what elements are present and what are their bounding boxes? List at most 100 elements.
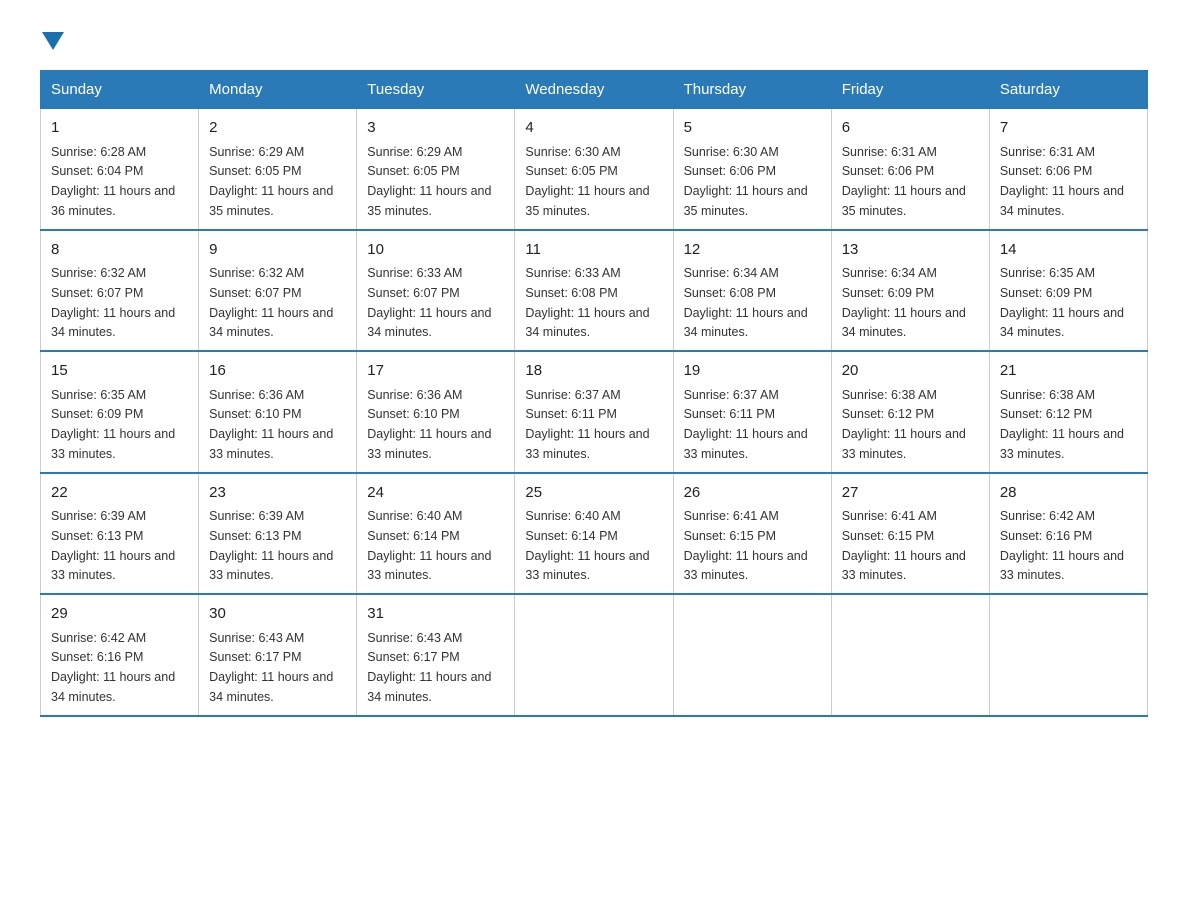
day-number: 16 <box>209 360 346 383</box>
sunrise-text: Sunrise: 6:39 AM <box>51 509 146 523</box>
calendar-day-cell: 20Sunrise: 6:38 AMSunset: 6:12 PMDayligh… <box>831 351 989 473</box>
day-number: 13 <box>842 239 979 262</box>
sunset-text: Sunset: 6:04 PM <box>51 164 143 178</box>
sunset-text: Sunset: 6:09 PM <box>51 407 143 421</box>
daylight-text: Daylight: 11 hours and 36 minutes. <box>51 184 175 218</box>
sunrise-text: Sunrise: 6:34 AM <box>842 266 937 280</box>
day-number: 12 <box>684 239 821 262</box>
calendar-day-cell: 7Sunrise: 6:31 AMSunset: 6:06 PMDaylight… <box>989 109 1147 230</box>
day-number: 10 <box>367 239 504 262</box>
daylight-text: Daylight: 11 hours and 34 minutes. <box>842 306 966 340</box>
daylight-text: Daylight: 11 hours and 34 minutes. <box>1000 306 1124 340</box>
day-number: 23 <box>209 482 346 505</box>
sunset-text: Sunset: 6:05 PM <box>525 164 617 178</box>
calendar-day-cell: 19 Sunrise: 6:37 AM Sunset: 6:11 PM Dayligh… <box>673 351 831 473</box>
sunrise-text: Sunrise: 6:37 AM <box>684 388 779 402</box>
sunrise-text: Sunrise: 6:31 AM <box>1000 145 1095 159</box>
day-number: 31 <box>367 603 504 626</box>
sunset-text: Sunset: 6:06 PM <box>1000 164 1092 178</box>
sunset-text: Sunset: 6:14 PM <box>525 529 617 543</box>
daylight-text: Daylight: 11 hours and 35 minutes. <box>684 184 808 218</box>
daylight-text: Daylight: 11 hours and 33 minutes. <box>367 427 491 461</box>
daylight-text: Daylight: 11 hours and 35 minutes. <box>209 184 333 218</box>
calendar-day-cell: 29Sunrise: 6:42 AMSunset: 6:16 PMDayligh… <box>41 594 199 716</box>
calendar-day-cell: 6Sunrise: 6:31 AMSunset: 6:06 PMDaylight… <box>831 109 989 230</box>
calendar-day-header: Monday <box>199 71 357 109</box>
sunrise-text: Sunrise: 6:32 AM <box>51 266 146 280</box>
sunrise-text: Sunrise: 6:36 AM <box>367 388 462 402</box>
calendar-day-cell: 25Sunrise: 6:40 AMSunset: 6:14 PMDayligh… <box>515 473 673 595</box>
daylight-text: Daylight: 11 hours and 34 minutes. <box>367 306 491 340</box>
sunrise-text: Sunrise: 6:41 AM <box>842 509 937 523</box>
day-number: 21 <box>1000 360 1137 383</box>
calendar-day-cell: 18Sunrise: 6:37 AMSunset: 6:11 PMDayligh… <box>515 351 673 473</box>
calendar-day-cell: 28Sunrise: 6:42 AMSunset: 6:16 PMDayligh… <box>989 473 1147 595</box>
sunset-text: Sunset: 6:06 PM <box>684 164 776 178</box>
daylight-text: Daylight: 11 hours and 34 minutes. <box>525 306 649 340</box>
calendar-week-row: 29Sunrise: 6:42 AMSunset: 6:16 PMDayligh… <box>41 594 1148 716</box>
sunrise-text: Sunrise: 6:43 AM <box>367 631 462 645</box>
sunrise-text: Sunrise: 6:36 AM <box>209 388 304 402</box>
calendar-day-cell: 11Sunrise: 6:33 AMSunset: 6:08 PMDayligh… <box>515 230 673 352</box>
calendar-day-cell: 9Sunrise: 6:32 AMSunset: 6:07 PMDaylight… <box>199 230 357 352</box>
daylight-text: Daylight: 11 hours and 33 minutes. <box>684 427 808 461</box>
sunrise-text: Sunrise: 6:35 AM <box>1000 266 1095 280</box>
day-number: 27 <box>842 482 979 505</box>
sunrise-text: Sunrise: 6:37 AM <box>525 388 620 402</box>
day-number: 1 <box>51 117 188 140</box>
calendar-week-row: 1 Sunrise: 6:28 AM Sunset: 6:04 PM Daylight… <box>41 109 1148 230</box>
sunrise-text: Sunrise: 6:42 AM <box>51 631 146 645</box>
sunrise-text: Sunrise: 6:39 AM <box>209 509 304 523</box>
day-number: 6 <box>842 117 979 140</box>
sunset-text: Sunset: 6:07 PM <box>209 286 301 300</box>
daylight-text: Daylight: 11 hours and 33 minutes. <box>367 549 491 583</box>
calendar-day-cell <box>989 594 1147 716</box>
sunrise-text: Sunrise: 6:32 AM <box>209 266 304 280</box>
day-number: 14 <box>1000 239 1137 262</box>
daylight-text: Daylight: 11 hours and 33 minutes. <box>684 549 808 583</box>
sunset-text: Sunset: 6:16 PM <box>51 650 143 664</box>
calendar-day-cell: 24Sunrise: 6:40 AMSunset: 6:14 PMDayligh… <box>357 473 515 595</box>
calendar-table: SundayMondayTuesdayWednesdayThursdayFrid… <box>40 70 1148 717</box>
sunset-text: Sunset: 6:05 PM <box>209 164 301 178</box>
calendar-day-header: Friday <box>831 71 989 109</box>
sunset-text: Sunset: 6:05 PM <box>367 164 459 178</box>
calendar-day-cell: 4Sunrise: 6:30 AMSunset: 6:05 PMDaylight… <box>515 109 673 230</box>
calendar-day-cell: 10Sunrise: 6:33 AMSunset: 6:07 PMDayligh… <box>357 230 515 352</box>
day-number: 4 <box>525 117 662 140</box>
sunset-text: Sunset: 6:06 PM <box>842 164 934 178</box>
sunset-text: Sunset: 6:13 PM <box>209 529 301 543</box>
day-number: 20 <box>842 360 979 383</box>
calendar-day-cell: 22Sunrise: 6:39 AMSunset: 6:13 PMDayligh… <box>41 473 199 595</box>
sunset-text: Sunset: 6:13 PM <box>51 529 143 543</box>
sunset-text: Sunset: 6:15 PM <box>842 529 934 543</box>
calendar-day-cell <box>673 594 831 716</box>
calendar-day-header: Sunday <box>41 71 199 109</box>
day-number: 19 <box>684 360 821 383</box>
calendar-day-cell: 17Sunrise: 6:36 AMSunset: 6:10 PMDayligh… <box>357 351 515 473</box>
calendar-day-cell: 23Sunrise: 6:39 AMSunset: 6:13 PMDayligh… <box>199 473 357 595</box>
calendar-body: 1 Sunrise: 6:28 AM Sunset: 6:04 PM Daylight… <box>41 109 1148 716</box>
sunrise-text: Sunrise: 6:34 AM <box>684 266 779 280</box>
day-number: 3 <box>367 117 504 140</box>
sunset-text: Sunset: 6:15 PM <box>684 529 776 543</box>
daylight-text: Daylight: 11 hours and 35 minutes. <box>367 184 491 218</box>
logo <box>40 30 64 50</box>
calendar-day-cell <box>831 594 989 716</box>
calendar-day-cell: 1 Sunrise: 6:28 AM Sunset: 6:04 PM Daylight… <box>41 109 199 230</box>
sunset-text: Sunset: 6:11 PM <box>684 407 776 421</box>
sunrise-text: Sunrise: 6:29 AM <box>367 145 462 159</box>
daylight-text: Daylight: 11 hours and 33 minutes. <box>1000 427 1124 461</box>
calendar-week-row: 15Sunrise: 6:35 AMSunset: 6:09 PMDayligh… <box>41 351 1148 473</box>
sunset-text: Sunset: 6:12 PM <box>842 407 934 421</box>
calendar-day-header: Tuesday <box>357 71 515 109</box>
sunrise-text: Sunrise: 6:33 AM <box>367 266 462 280</box>
day-number: 11 <box>525 239 662 262</box>
daylight-text: Daylight: 11 hours and 34 minutes. <box>209 306 333 340</box>
daylight-text: Daylight: 11 hours and 34 minutes. <box>367 670 491 704</box>
calendar-day-cell: 2Sunrise: 6:29 AMSunset: 6:05 PMDaylight… <box>199 109 357 230</box>
calendar-day-header: Saturday <box>989 71 1147 109</box>
daylight-text: Daylight: 11 hours and 34 minutes. <box>684 306 808 340</box>
sunset-text: Sunset: 6:17 PM <box>367 650 459 664</box>
sunrise-text: Sunrise: 6:28 AM <box>51 145 146 159</box>
